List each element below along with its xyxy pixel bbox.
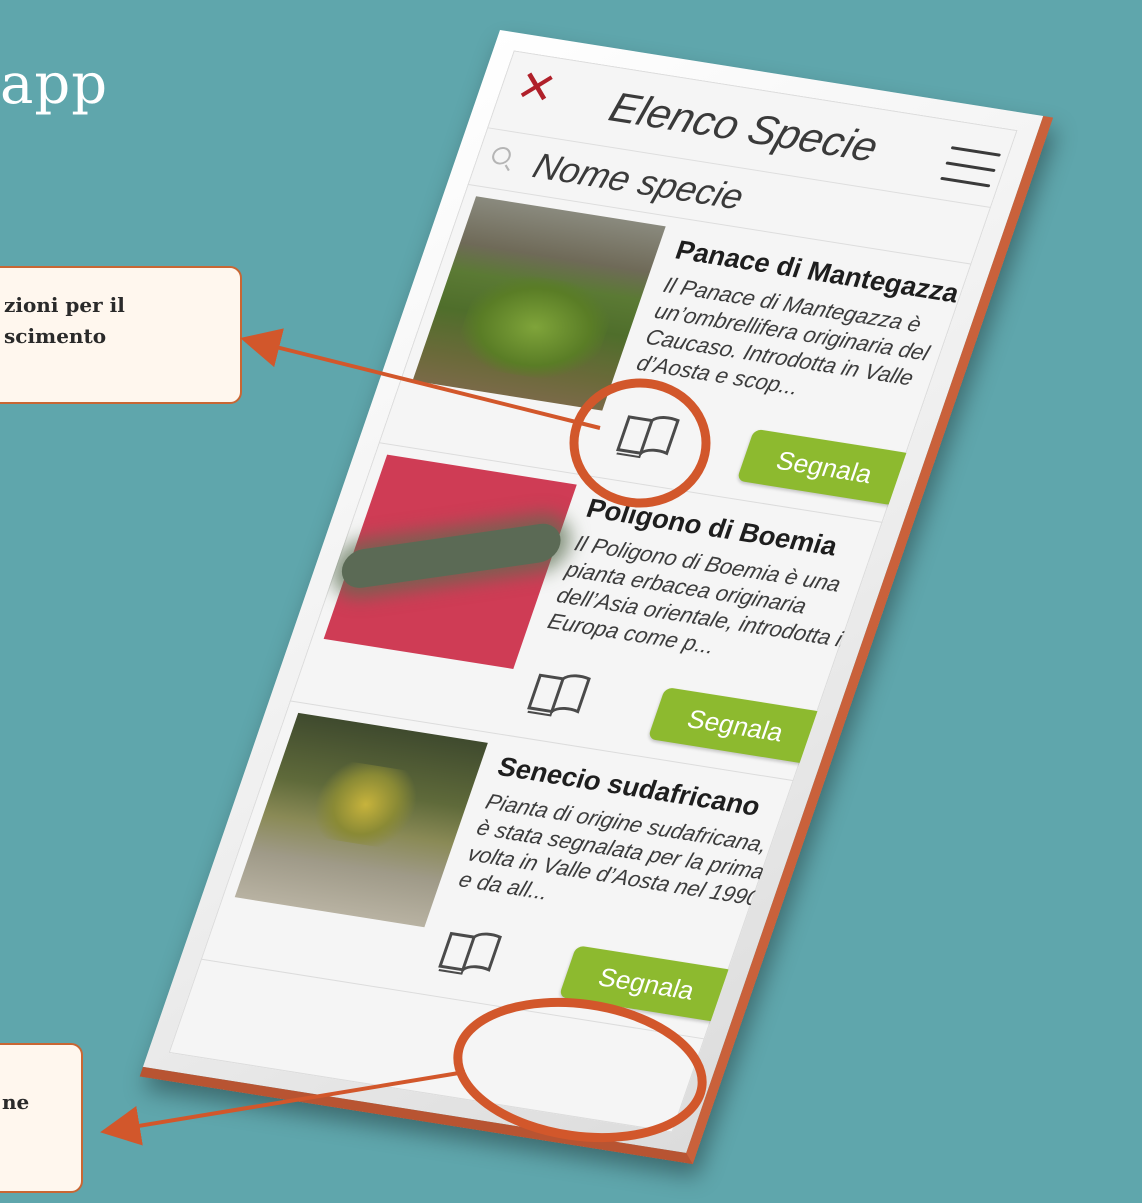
callout-line: zioni per il (4, 293, 125, 317)
species-photo (234, 712, 488, 928)
search-icon (489, 145, 514, 166)
book-icon[interactable] (434, 925, 507, 980)
phone-frame: ✕ Elenco Specie Panace di Mantegazza Il … (139, 30, 1054, 1165)
species-photo (323, 454, 577, 669)
book-icon[interactable] (612, 409, 685, 464)
callout-info-book: zioni per il scimento (0, 266, 242, 404)
species-photo (412, 196, 666, 411)
hamburger-menu-icon[interactable] (940, 146, 1002, 188)
slide-title: app (0, 52, 109, 117)
book-icon[interactable] (523, 667, 596, 722)
callout-report: ne (0, 1043, 83, 1193)
callout-line: scimento (4, 324, 107, 348)
report-button[interactable]: Segnala (647, 686, 824, 764)
report-button[interactable]: Segnala (558, 945, 735, 1023)
callout-line: ne (2, 1090, 30, 1114)
phone-mockup: ✕ Elenco Specie Panace di Mantegazza Il … (139, 30, 1093, 1165)
report-button[interactable]: Segnala (736, 428, 913, 506)
close-icon[interactable]: ✕ (510, 61, 563, 116)
app-screen: ✕ Elenco Specie Panace di Mantegazza Il … (168, 50, 1018, 1133)
